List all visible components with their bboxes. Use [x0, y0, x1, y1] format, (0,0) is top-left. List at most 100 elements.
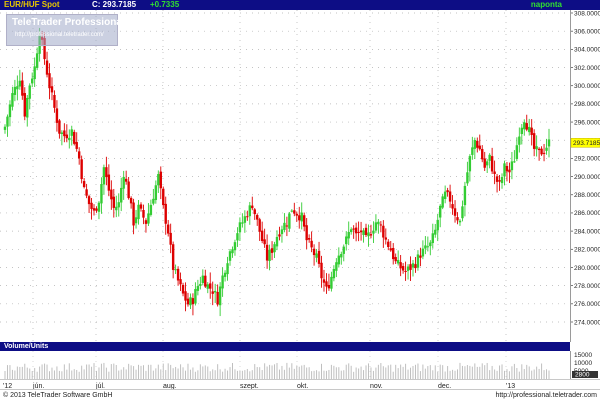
candle: [448, 184, 452, 208]
candle-body: [471, 147, 474, 155]
candle-body: [404, 270, 407, 272]
price-tick-label: 280.0000: [574, 265, 600, 272]
candle-body: [520, 127, 523, 135]
candle-body: [364, 227, 368, 236]
candle-body: [134, 217, 138, 224]
candle: [295, 211, 298, 222]
candle-body: [335, 262, 338, 271]
footer-bar: © 2013 TeleTrader Software GmbH http://p…: [0, 389, 600, 400]
price-tick-label: 296.0000: [574, 119, 600, 126]
candle: [436, 213, 439, 242]
interval-label[interactable]: naponta: [531, 0, 562, 10]
candle-body: [204, 275, 207, 287]
candle: [473, 137, 477, 159]
candle-body: [545, 147, 548, 151]
candle: [58, 118, 61, 139]
price-axis[interactable]: 308.0000 306.0000 304.0000 302.0000 300.0000…: [570, 10, 600, 380]
candle-body: [399, 262, 402, 269]
candle-body: [411, 263, 415, 268]
candle-body: [251, 205, 254, 209]
candle: [246, 210, 249, 221]
candle: [124, 170, 128, 185]
candle-body: [112, 196, 115, 208]
candle: [191, 293, 195, 316]
candle: [424, 236, 427, 255]
candle-body: [394, 257, 397, 262]
candle: [419, 247, 422, 267]
candle: [77, 147, 81, 165]
candle-body: [23, 93, 26, 117]
candle-body: [157, 174, 160, 186]
candle: [458, 219, 462, 226]
candle: [218, 282, 222, 317]
candle: [164, 196, 167, 235]
candle: [466, 161, 469, 186]
candle-body: [129, 197, 133, 204]
candle-body: [357, 231, 360, 233]
candle-body: [132, 202, 135, 226]
candle: [394, 253, 397, 265]
candle: [85, 183, 88, 199]
candle: [87, 194, 91, 214]
candle-body: [206, 284, 209, 289]
candle: [528, 118, 531, 136]
candle: [307, 234, 311, 243]
candle: [320, 255, 323, 288]
candle: [421, 240, 425, 260]
candle-body: [144, 220, 148, 224]
footer-url-link[interactable]: http://professional.teletrader.com: [495, 390, 597, 400]
volume-plot-area[interactable]: [0, 351, 571, 379]
candle: [510, 151, 514, 180]
candle: [6, 114, 9, 137]
candle: [159, 166, 162, 200]
candle-body: [258, 219, 261, 232]
candle-body: [532, 133, 536, 149]
candle-body: [458, 220, 462, 223]
candle: [75, 132, 78, 152]
candle-body: [8, 104, 12, 118]
instrument-symbol[interactable]: EUR/HUF Spot: [4, 0, 60, 10]
candle-body: [434, 229, 437, 235]
candle: [256, 213, 259, 226]
last-price-label: C: 293.7185: [92, 0, 137, 9]
candle: [167, 219, 170, 237]
candle-body: [406, 266, 410, 271]
candle-body: [293, 210, 296, 214]
candle: [199, 276, 202, 290]
candle-body: [184, 291, 187, 301]
candle: [23, 87, 26, 121]
candle: [293, 202, 296, 217]
candle-body: [248, 205, 251, 217]
candle-body: [290, 210, 294, 212]
candle-body: [530, 127, 533, 136]
candle-body: [280, 229, 284, 235]
candle: [461, 200, 464, 222]
candle-body: [87, 196, 91, 205]
candle: [540, 146, 543, 156]
candle: [16, 75, 19, 101]
candle: [144, 218, 148, 233]
candle: [134, 209, 138, 229]
price-tick-label: 292.0000: [574, 156, 600, 163]
candle: [337, 247, 341, 268]
candle: [102, 164, 106, 195]
candle-body: [421, 248, 425, 257]
candle-body: [191, 298, 195, 305]
candle-body: [13, 86, 17, 95]
candle: [364, 223, 368, 237]
price-tick-label: 290.0000: [574, 174, 600, 181]
candle-body: [345, 236, 348, 245]
candle-body: [231, 249, 234, 254]
candle: [396, 250, 400, 266]
candle: [120, 177, 123, 212]
candle-body: [149, 204, 153, 215]
candle: [476, 137, 479, 153]
candle-body: [97, 202, 101, 212]
chart-header: EUR/HUF Spot C: 293.7185 +0.7335 naponta: [0, 0, 600, 10]
candle-body: [275, 236, 279, 247]
candle-body: [337, 255, 341, 265]
candle-body: [431, 233, 434, 244]
price-plot-area[interactable]: [0, 10, 571, 342]
candle-body: [401, 266, 405, 271]
candle: [213, 283, 217, 303]
